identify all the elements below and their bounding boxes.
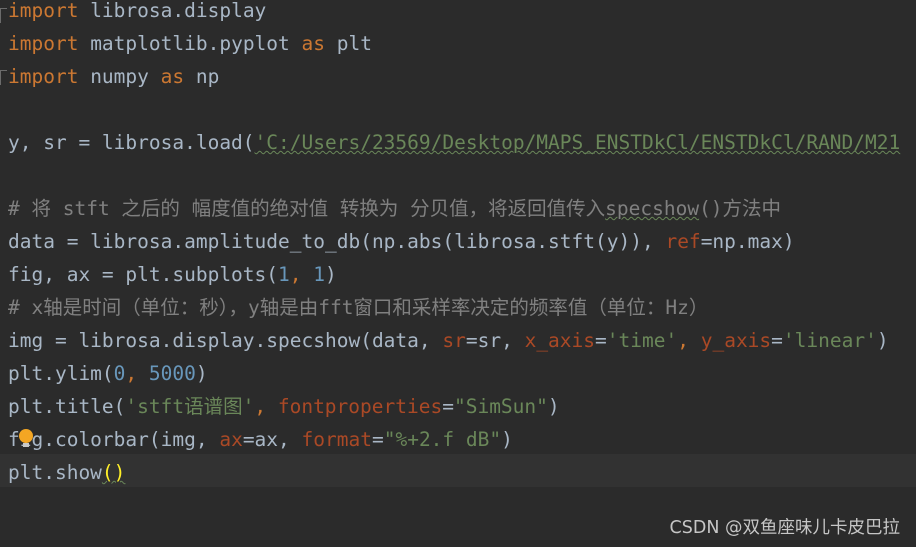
code-token: fig, ax = plt.subplots( (8, 263, 279, 286)
code-token: 'time' (606, 329, 678, 352)
code-line[interactable]: plt.title('stft语谱图', fontproperties="Sim… (8, 390, 916, 423)
code-token: =ax, (242, 428, 302, 451)
code-token: numpy (78, 65, 161, 88)
code-token: 1 (278, 263, 290, 286)
code-token: = (595, 329, 607, 352)
code-token: , (125, 362, 149, 385)
code-token: plt.show (8, 461, 102, 484)
code-token: "%+2.f dB" (383, 428, 502, 451)
code-token: # 将 stft 之后的 幅度值的绝对值 转换为 分贝值，将返回值传入 (8, 197, 606, 220)
code-token: ) (547, 395, 560, 418)
code-token: fig.colorbar(img, (8, 428, 220, 451)
code-token: specshow (605, 197, 700, 220)
code-token: plt (325, 32, 372, 55)
code-line[interactable]: fig, ax = plt.subplots(1, 1) (8, 258, 916, 291)
code-line[interactable] (8, 159, 916, 192)
code-line[interactable]: # 将 stft 之后的 幅度值的绝对值 转换为 分贝值，将返回值传入specs… (8, 192, 916, 225)
code-token: () (101, 461, 126, 484)
code-token: plt.title( (8, 395, 126, 418)
code-token: x_axis (524, 329, 596, 352)
code-token: data = librosa.amplitude_to_db(np.abs(li… (8, 230, 666, 253)
code-token: , (289, 263, 314, 286)
code-token: ()方法中 (699, 197, 782, 220)
code-token: y_axis (700, 329, 772, 352)
code-token: ) (195, 362, 208, 385)
code-token: matplotlib.pyplot (78, 32, 302, 55)
code-token: import (8, 65, 79, 88)
code-line[interactable]: img = librosa.display.specshow(data, sr=… (8, 324, 916, 357)
code-line[interactable]: # x轴是时间（单位：秒），y轴是由fft窗口和采样率决定的频率值（单位：Hz） (8, 291, 916, 324)
code-token: y, sr = librosa.load( (8, 131, 255, 154)
code-line[interactable]: import librosa.display (8, 0, 916, 27)
code-token: as (160, 65, 185, 88)
code-token: 'stft语谱图' (125, 395, 255, 418)
code-token: fontproperties (277, 395, 443, 418)
code-token: =sr, (465, 329, 525, 352)
code-token: 1 (313, 263, 326, 286)
fold-marker-icon[interactable] (0, 8, 7, 23)
code-token: import (8, 32, 79, 55)
code-line[interactable]: fig.colorbar(img, ax=ax, format="%+2.f d… (8, 423, 916, 456)
code-token: plt.ylim( (8, 362, 114, 385)
code-token: librosa.display (78, 0, 267, 22)
code-token: = (442, 395, 454, 418)
code-line[interactable]: import numpy as np (8, 60, 916, 93)
code-token: ref (665, 230, 701, 253)
code-token: img = librosa.display.specshow(data, (8, 329, 443, 352)
code-token: =np.max) (700, 230, 795, 253)
code-token: format (301, 428, 372, 451)
code-token: ) (501, 428, 513, 451)
code-line[interactable]: data = librosa.amplitude_to_db(np.abs(li… (8, 225, 916, 258)
code-token: ax (219, 428, 243, 451)
code-token: np (184, 65, 220, 88)
code-line[interactable]: import matplotlib.pyplot as plt (8, 27, 916, 60)
code-token: 'C:/Users/23569/Desktop/MAPS_ENSTDkCl/EN… (254, 131, 901, 154)
code-line[interactable]: plt.ylim(0, 5000) (8, 357, 916, 390)
code-token: ) (876, 329, 889, 352)
code-token: , (254, 395, 278, 418)
code-token: , (677, 329, 701, 352)
code-line[interactable]: plt.show() (8, 456, 916, 489)
fold-marker-icon[interactable] (0, 70, 7, 85)
code-token: sr (442, 329, 466, 352)
code-line[interactable]: y, sr = librosa.load('C:/Users/23569/Des… (8, 126, 916, 159)
code-token: = (771, 329, 783, 352)
code-token: = (371, 428, 384, 451)
watermark: CSDN @双鱼座味儿卡皮巴拉 (669, 518, 900, 538)
code-token: ) (325, 263, 337, 286)
code-token: 'linear' (782, 329, 877, 352)
lightbulb-icon[interactable] (19, 429, 33, 447)
code-token: as (301, 32, 325, 55)
code-token: # x轴是时间（单位：秒），y轴是由fft窗口和采样率决定的频率值（单位：Hz） (8, 296, 709, 319)
code-line[interactable] (8, 93, 916, 126)
code-token: 0 (113, 362, 126, 385)
code-token: import (8, 0, 79, 22)
code-editor[interactable]: import librosa.display import matplotlib.… (0, 0, 916, 547)
code-token: 5000 (148, 362, 196, 385)
code-token: "SimSun" (453, 395, 548, 418)
